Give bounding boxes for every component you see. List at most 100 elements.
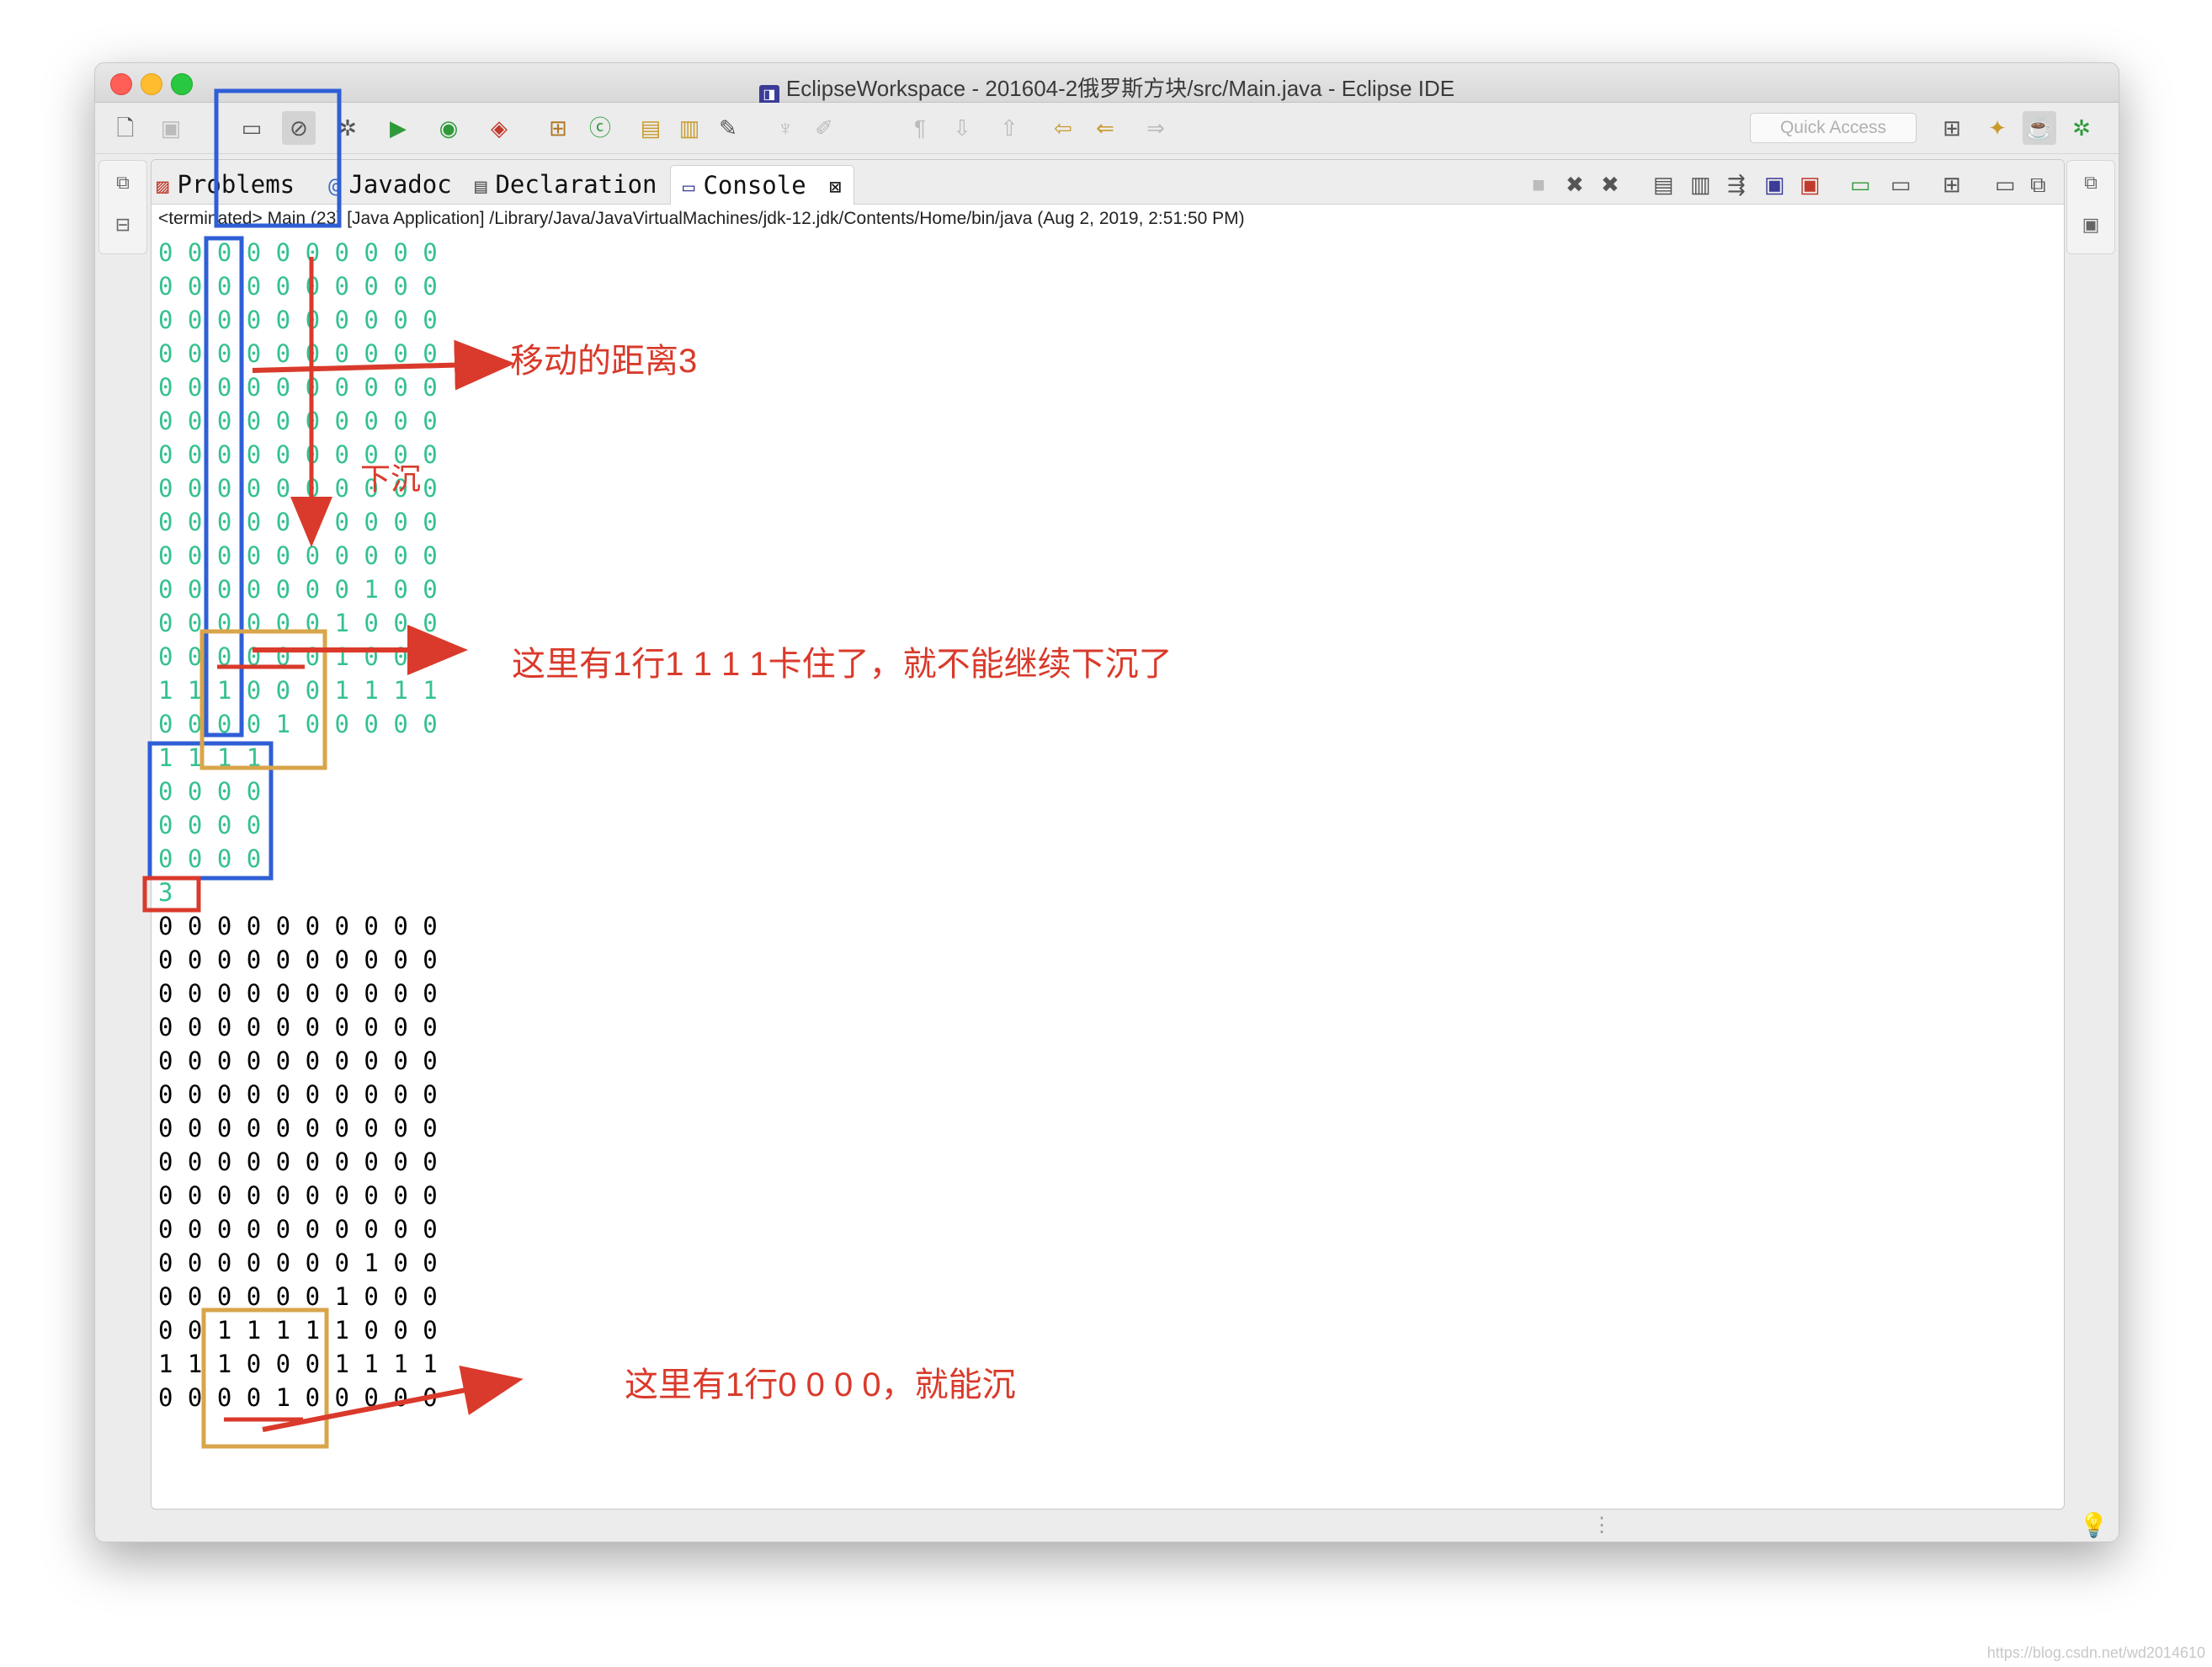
console-line: 1 1 1 0 0 0 1 1 1 1 <box>158 1350 438 1378</box>
remove-launch-icon[interactable]: ✖ <box>1566 172 1584 198</box>
pin-console-icon[interactable]: ▭ <box>1850 172 1871 198</box>
console-line: 0 0 0 0 0 0 1 0 0 0 <box>158 609 438 637</box>
console-line: 0 0 0 0 0 0 0 0 0 0 <box>158 272 438 301</box>
console-line: 0 0 0 0 0 0 0 0 0 0 <box>158 912 438 940</box>
eclipse-window: ◨ EclipseWorkspace - 201604-2俄罗斯方块/src/Ma… <box>94 62 2119 1542</box>
debug-perspective-icon[interactable]: ✲ <box>2065 111 2098 145</box>
open-console-icon[interactable]: ⊞ <box>1943 172 1961 198</box>
console-line: 0 0 0 0 0 0 0 0 0 0 <box>158 1080 438 1109</box>
coverage-icon[interactable]: ◉ <box>432 111 465 145</box>
window-title: ◨ EclipseWorkspace - 201604-2俄罗斯方块/src/Ma… <box>95 72 2119 105</box>
show-on-stdout-icon[interactable]: ▣ <box>1764 172 1785 198</box>
tab-javadoc[interactable]: @ Javadoc <box>328 165 452 204</box>
show-whitespace-icon[interactable]: ¶ <box>903 111 937 145</box>
javadoc-icon: @ <box>328 174 341 198</box>
open-perspective-icon[interactable]: ⊞ <box>1935 111 1969 145</box>
minimize-view-icon[interactable]: ▭ <box>1995 172 2016 198</box>
watermark: https://blog.csdn.net/wd2014610 <box>1986 1644 2205 1661</box>
console-line: 0 0 0 0 <box>158 777 262 806</box>
console-line: 0 0 0 0 0 0 0 0 0 0 <box>158 1215 438 1244</box>
console-line: 0 0 0 0 0 0 0 0 0 0 <box>158 238 438 267</box>
console-line: 0 0 0 0 0 0 0 1 0 0 <box>158 575 438 604</box>
can-sink-note: 这里有1行0 0 0 0，就能沉 <box>625 1366 1016 1403</box>
previous-annotation-icon[interactable]: ⇧ <box>992 111 1026 145</box>
console-line: 0 0 0 0 <box>158 811 262 839</box>
console-line: 0 0 0 0 0 0 0 1 0 0 <box>158 1249 438 1277</box>
forward-icon[interactable]: ⇒ <box>1139 111 1172 145</box>
tab-declaration[interactable]: ▤ Declaration <box>475 165 657 204</box>
console-line: 0 0 0 0 1 0 0 0 0 0 <box>158 710 438 738</box>
blocked-note: 这里有1行1 1 1 1卡住了，就不能继续下沉了 <box>512 646 1172 683</box>
outline-icon[interactable]: ▣ <box>2077 211 2104 238</box>
console-line: 0 0 0 0 0 0 0 0 0 0 <box>158 339 438 368</box>
new-java-class-icon[interactable]: ⓒ <box>583 111 617 145</box>
left-minimized-stack: ⧉ ⊟ <box>98 160 147 254</box>
console-icon: ▭ <box>683 175 695 199</box>
console-panel: ▨ Problems @ Javadoc ▤ Declaration ▭ Console… <box>151 159 2065 1510</box>
show-on-stderr-icon[interactable]: ▣ <box>1800 172 1821 198</box>
scroll-lock-icon[interactable]: ▥ <box>1690 172 1711 198</box>
restore-icon[interactable]: ⧉ <box>109 169 136 196</box>
console-line: 1 1 1 0 0 0 1 1 1 1 <box>158 676 438 705</box>
last-edit-location-icon[interactable]: ⇦ <box>1046 111 1080 145</box>
maximize-view-icon[interactable]: ⧉ <box>2030 172 2046 199</box>
tab-problems[interactable]: ▨ Problems <box>157 165 295 204</box>
open-type-icon[interactable]: ▤ <box>634 111 667 145</box>
console-line: 0 0 0 0 0 0 0 0 0 0 <box>158 541 438 570</box>
problems-icon: ▨ <box>157 174 169 198</box>
restore-icon[interactable]: ⧉ <box>2077 169 2104 196</box>
terminate-icon[interactable]: ■ <box>1532 172 1545 198</box>
console-line: 0 0 0 0 0 0 0 0 0 0 <box>158 407 438 435</box>
title-bar: ◨ EclipseWorkspace - 201604-2俄罗斯方块/src/Ma… <box>95 63 2119 105</box>
next-annotation-icon[interactable]: ⇩ <box>945 111 979 145</box>
console-line: 0 0 0 0 0 0 0 0 0 0 <box>158 1013 438 1041</box>
mark-occurrences-icon[interactable]: ✐ <box>807 111 841 145</box>
console-line: 0 0 0 0 0 0 1 0 0 0 <box>158 1282 438 1311</box>
right-minimized-stack: ⧉ ▣ <box>2066 160 2115 254</box>
console-line: 0 0 0 0 <box>158 844 262 873</box>
console-line: 0 0 0 0 0 0 0 0 0 0 <box>158 1181 438 1210</box>
console-line: 0 0 0 0 0 0 0 0 0 0 <box>158 1114 438 1142</box>
console-line: 0 0 0 0 0 0 0 0 0 0 <box>158 945 438 974</box>
java-perspective-icon[interactable]: ☕ <box>2023 111 2056 145</box>
external-tools-icon[interactable]: ◈ <box>482 111 516 145</box>
debug-icon[interactable]: ✲ <box>331 111 364 145</box>
open-folder-icon[interactable]: ▥ <box>673 111 706 145</box>
declaration-icon: ▤ <box>475 174 487 198</box>
console-line: 1 1 1 1 <box>158 743 262 772</box>
back-icon[interactable]: ⇐ <box>1088 111 1122 145</box>
tab-console[interactable]: ▭ Console ⊠ <box>670 165 854 205</box>
console-line-column: 3 <box>158 878 173 907</box>
tip-lightbulb-icon[interactable]: 💡 <box>2079 1511 2108 1539</box>
sink-note: 下沉 <box>360 461 422 496</box>
console-line: 0 0 1 1 1 1 1 0 0 0 <box>158 1316 438 1345</box>
annotation-icon[interactable]: ♆ <box>768 111 802 145</box>
console-line: 0 0 0 0 0 0 1 0 0 0 <box>158 642 438 671</box>
view-tab-bar: ▨ Problems @ Javadoc ▤ Declaration ▭ Console… <box>152 160 2064 205</box>
main-toolbar: 🗋 ▣ ▭ ⊘ ✲ ▶ ◉ ◈ ⊞ ⓒ ▤ ▥ ✎ ♆ ✐ ¶ ⇩ ⇧ ⇦ ⇐ … <box>95 103 2119 154</box>
status-bar: ⋮ 💡 <box>95 1510 2119 1542</box>
new-java-package-icon[interactable]: ⊞ <box>541 111 575 145</box>
remove-all-terminated-icon[interactable]: ✖ <box>1601 172 1619 198</box>
java-ee-perspective-icon[interactable]: ✦ <box>1981 111 2014 145</box>
console-line: 0 0 0 0 0 0 0 0 0 0 <box>158 508 438 536</box>
close-tab-icon[interactable]: ⊠ <box>829 175 841 199</box>
clear-console-icon[interactable]: ▤ <box>1653 172 1674 198</box>
quick-access-field[interactable]: Quick Access <box>1750 113 1917 143</box>
run-icon[interactable]: ▶ <box>381 111 415 145</box>
skip-breakpoints-icon[interactable]: ⊘ <box>282 111 316 145</box>
console-view-icon[interactable]: ▭ <box>235 111 269 145</box>
console-line: 0 0 0 0 0 0 0 0 0 0 <box>158 306 438 334</box>
console-line: 0 0 0 0 1 0 0 0 0 0 <box>158 1383 438 1412</box>
console-line: 0 0 0 0 0 0 0 0 0 0 <box>158 1148 438 1176</box>
word-wrap-icon[interactable]: ⇶ <box>1727 172 1746 198</box>
search-icon[interactable]: ✎ <box>711 111 745 145</box>
status-drag-handle-icon[interactable]: ⋮ <box>1592 1513 1612 1537</box>
console-launch-header: <terminated> Main (23) [Java Application… <box>158 209 1245 228</box>
save-icon[interactable]: ▣ <box>154 111 188 145</box>
new-icon[interactable]: 🗋 <box>109 111 142 145</box>
move-distance-note: 移动的距离3 <box>510 343 698 380</box>
console-line: 0 0 0 0 0 0 0 0 0 0 <box>158 979 438 1008</box>
package-explorer-icon[interactable]: ⊟ <box>109 211 136 238</box>
display-console-icon[interactable]: ▭ <box>1890 172 1912 198</box>
